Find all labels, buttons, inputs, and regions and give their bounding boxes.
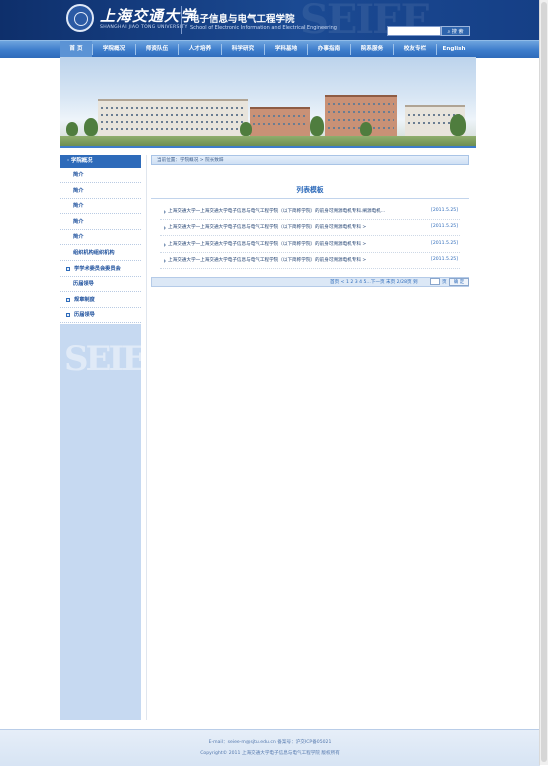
sidebar-item-organization[interactable]: 组织机构组织机构 <box>60 246 141 261</box>
list-item-date: [2011.5.25] <box>431 257 458 262</box>
sidebar-item-past-leaders[interactable]: 历届领导 <box>60 308 141 323</box>
sidebar-item-intro[interactable]: 简介 <box>60 230 141 245</box>
nav-item-research[interactable]: 科学研究 <box>222 41 264 58</box>
sidebar-watermark-logo: SEIEE <box>64 339 141 379</box>
university-name-en: SHANGHAI JIAO TONG UNIVERSITY <box>100 25 188 30</box>
pagination-links[interactable]: 首页 < 1 2 3 4 5...下一页 末页 2/28页 到 <box>330 279 418 285</box>
banner-ground <box>60 136 476 146</box>
sidebar-item-label: 历届领导 <box>74 312 95 318</box>
list-item-date: [2011.5.25] <box>431 241 458 246</box>
bullet-icon <box>164 259 166 263</box>
list-item[interactable]: 上海交通大学一上海交通大学电子信息与电气工程学院（以下简称学院）的前身可溯源电机… <box>160 220 460 236</box>
nav-item-services[interactable]: 院系服务 <box>351 41 393 58</box>
scrollbar-thumb[interactable] <box>541 2 547 762</box>
sidebar-item-regulations[interactable]: 规章制度 <box>60 293 141 308</box>
list-item-link[interactable]: 上海交通大学一上海交通大学电子信息与电气工程学院（以下简称学院）的前身可溯源电机… <box>168 241 414 247</box>
list-item[interactable]: 上海交通大学一上海交通大学电子信息与电气工程学院（以下简称学院）的前身可溯源电机… <box>160 204 460 220</box>
nav-item-home[interactable]: 首 页 <box>60 41 92 58</box>
nav-item-education[interactable]: 人才培养 <box>179 41 221 58</box>
list-item-link[interactable]: 上海交通大学一上海交通大学电子信息与电气工程学院（以下简称学院）的前身可溯源电机… <box>168 224 414 230</box>
campus-banner-image <box>60 57 476 146</box>
expand-icon <box>66 298 70 302</box>
nav-item-alumni[interactable]: 校友专栏 <box>394 41 436 58</box>
sidebar-item-label: 规章制度 <box>74 297 95 303</box>
list-item-link[interactable]: 上海交通大学一上海交通大学电子信息与电气工程学院（以下简称学院）的前身可溯源电机… <box>168 257 414 263</box>
pagination-bar <box>151 277 469 287</box>
sidebar-item-intro[interactable]: 简介 <box>60 184 141 199</box>
banner-building <box>250 107 310 137</box>
page-unit-label: 页 <box>442 280 447 285</box>
search-button[interactable]: ⌕ 搜 索 <box>441 26 470 36</box>
footer-copyright: Copyright© 2011 上海交通大学电子信息与电气工程学院 版权所有 <box>200 751 340 756</box>
school-name-cn: 电子信息与电气工程学院 <box>190 14 295 25</box>
bullet-icon <box>164 226 166 230</box>
go-button[interactable]: 确 定 <box>449 278 469 286</box>
sidebar-item-academic-committee[interactable]: 学学术委员会委员会 <box>60 262 141 277</box>
expand-icon <box>66 267 70 271</box>
site-header: 上海交通大学 SHANGHAI JIAO TONG UNIVERSITY 电子信… <box>0 0 540 40</box>
bullet-icon <box>164 210 166 214</box>
title-underline <box>151 198 469 199</box>
list-item-date: [2011.5.25] <box>431 208 458 213</box>
page: 上海交通大学 SHANGHAI JIAO TONG UNIVERSITY 电子信… <box>0 0 540 766</box>
list-item-date: [2011.5.25] <box>431 224 458 229</box>
sidebar: · 学院概况 简介 简介 简介 简介 简介 组织机构组织机构 学学术委员会委员会… <box>60 155 141 720</box>
nav-item-guide[interactable]: 办事指南 <box>308 41 350 58</box>
banner-building <box>98 99 248 137</box>
banner-bottom-strip <box>60 146 476 148</box>
list-item-link[interactable]: 上海交通大学一上海交通大学电子信息与电气工程学院（以下简称学院）的前身可溯源电机… <box>168 208 414 214</box>
site-footer <box>0 729 540 766</box>
page-number-input[interactable] <box>430 278 440 285</box>
search-input[interactable] <box>387 26 441 36</box>
content-divider <box>146 155 147 720</box>
list-item[interactable]: 上海交通大学一上海交通大学电子信息与电气工程学院（以下简称学院）的前身可溯源电机… <box>160 253 460 269</box>
search-button-label: 搜 索 <box>451 29 464 35</box>
bullet-icon <box>164 243 166 247</box>
vertical-scrollbar[interactable] <box>539 0 548 765</box>
expand-icon <box>66 313 70 317</box>
search-icon: ⌕ <box>447 29 451 35</box>
nav-item-about[interactable]: 学院概况 <box>93 41 135 58</box>
sidebar-item-intro[interactable]: 简介 <box>60 199 141 214</box>
nav-item-faculty[interactable]: 师资队伍 <box>136 41 178 58</box>
sidebar-title: · 学院概况 <box>60 155 141 168</box>
nav-item-disciplines[interactable]: 学科基地 <box>265 41 307 58</box>
list-item[interactable]: 上海交通大学一上海交通大学电子信息与电气工程学院（以下简称学院）的前身可溯源电机… <box>160 237 460 253</box>
breadcrumb: 当前位置：学院概况 > 院长致辞 <box>151 155 469 165</box>
nav-item-english[interactable]: English <box>437 41 471 58</box>
footer-contact: E-mail：seiee-m@sjtu.edu.cn 备案号：沪交ICP备050… <box>208 740 332 745</box>
main-nav: 首 页 学院概况 师资队伍 人才培养 科学研究 学科基地 办事指南 院系服务 校… <box>0 40 540 58</box>
sidebar-menu: 简介 简介 简介 简介 简介 组织机构组织机构 学学术委员会委员会 历届领导 规… <box>60 168 141 324</box>
sidebar-item-intro[interactable]: 简介 <box>60 215 141 230</box>
sidebar-item-intro[interactable]: 简介 <box>60 168 141 183</box>
header-divider <box>181 6 182 34</box>
university-seal-icon <box>66 4 94 32</box>
sidebar-item-label: 学学术委员会委员会 <box>74 266 121 272</box>
sidebar-item-past-leaders[interactable]: 历届领导 <box>60 277 141 292</box>
page-title: 列表模板 <box>296 186 324 194</box>
